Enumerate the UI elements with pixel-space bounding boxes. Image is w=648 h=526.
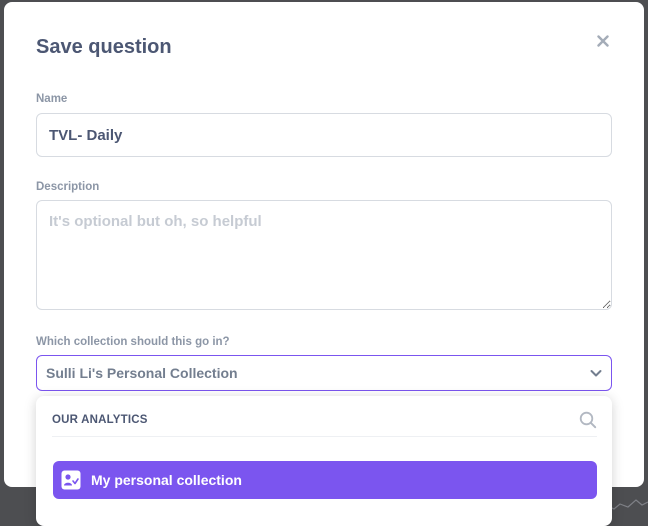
description-label: Description xyxy=(36,181,100,193)
person-icon xyxy=(61,470,81,490)
close-icon xyxy=(597,35,609,47)
collection-item-my-personal-collection[interactable]: My personal collection xyxy=(53,461,597,499)
collection-select[interactable]: Sulli Li's Personal Collection xyxy=(36,355,612,391)
description-textarea[interactable] xyxy=(36,200,612,310)
modal-title: Save question xyxy=(36,36,172,58)
chevron-down-icon xyxy=(590,370,602,377)
collection-picker-title: OUR ANALYTICS xyxy=(52,414,148,426)
name-input[interactable] xyxy=(36,113,612,157)
collection-picker-header: OUR ANALYTICS xyxy=(52,404,597,437)
close-button[interactable] xyxy=(592,30,614,52)
collection-label: Which collection should this go in? xyxy=(36,336,230,348)
name-label: Name xyxy=(36,93,68,105)
search-icon[interactable] xyxy=(579,411,597,429)
collection-select-value: Sulli Li's Personal Collection xyxy=(46,365,238,381)
collection-picker-popover: OUR ANALYTICS My personal collection xyxy=(36,396,612,526)
collection-item-label: My personal collection xyxy=(91,472,242,488)
